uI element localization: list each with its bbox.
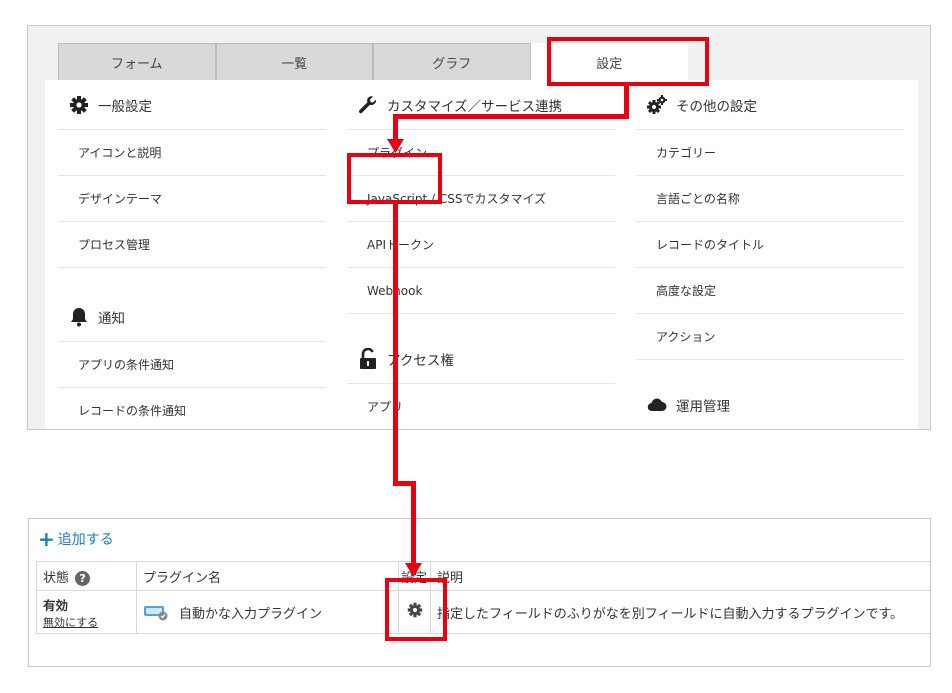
plugin-name-cell: 自動かな入力プラグイン — [136, 590, 399, 634]
tab-form[interactable]: フォーム — [58, 43, 216, 80]
other-settings-title: その他の設定 — [676, 98, 757, 115]
menu-language-names[interactable]: 言語ごとの名称 — [636, 176, 904, 222]
status-header: 状態? — [36, 561, 137, 591]
gears-icon — [646, 94, 668, 116]
unlock-icon — [357, 347, 379, 370]
arrow-line — [393, 114, 398, 142]
cloud-icon — [646, 394, 668, 416]
menu-actions[interactable]: アクション — [636, 314, 904, 360]
tab-graph[interactable]: グラフ — [373, 43, 531, 80]
plugin-table: 状態? プラグイン名 設定 説明 有効 無効にする 自動かな入力プラグイン 指定… — [36, 561, 930, 634]
arrowhead — [387, 139, 404, 153]
plugin-list-screen: + 追加する 状態? プラグイン名 設定 説明 有効 無効にする 自動かな入力プ… — [28, 518, 931, 667]
plugin-table-header: 状態? プラグイン名 設定 説明 — [36, 561, 930, 591]
access-heading: アクセス権 — [347, 334, 615, 384]
menu-advanced-settings[interactable]: 高度な設定 — [636, 268, 904, 314]
arrow-line — [393, 114, 629, 119]
arrow-line — [624, 84, 629, 118]
add-plugin-label: 追加する — [57, 532, 114, 548]
general-settings-title: 一般設定 — [98, 98, 152, 115]
other-settings-heading: その他の設定 — [636, 80, 904, 130]
menu-record-condition-notify[interactable]: レコードの条件通知 — [58, 388, 326, 429]
status-enabled: 有効 — [43, 597, 69, 613]
menu-record-title[interactable]: レコードのタイトル — [636, 222, 904, 268]
customize-title: カスタマイズ／サービス連携 — [387, 98, 563, 115]
app-settings-screen: フォーム 一覧 グラフ 設定 一般設定 アイコンと説明 デザインテーマ プロセス… — [27, 25, 931, 430]
menu-webhook[interactable]: Webhook — [347, 268, 615, 314]
add-plugin-button[interactable]: + 追加する — [38, 529, 114, 549]
description-header: 説明 — [430, 561, 930, 591]
customize-column: カスタマイズ／サービス連携 プラグイン JavaScript / CSSでカスタ… — [347, 80, 615, 429]
menu-app-access[interactable]: アプリ — [347, 384, 615, 429]
general-settings-heading: 一般設定 — [58, 80, 326, 130]
plugin-name-header: プラグイン名 — [136, 561, 399, 591]
notify-heading: 通知 — [58, 292, 326, 342]
menu-icon-description[interactable]: アイコンと説明 — [58, 130, 326, 176]
description-cell: 指定したフィールドのふりがなを別フィールドに自動入力するプラグインです。 — [430, 590, 930, 634]
arrow-line — [393, 202, 398, 486]
menu-design-theme[interactable]: デザインテーマ — [58, 176, 326, 222]
plugin-icon — [143, 603, 169, 621]
customize-heading: カスタマイズ／サービス連携 — [347, 80, 615, 130]
ops-heading: 運用管理 — [636, 380, 904, 429]
disable-link[interactable]: 無効にする — [43, 614, 130, 630]
menu-app-condition-notify[interactable]: アプリの条件通知 — [58, 342, 326, 388]
menu-process-management[interactable]: プロセス管理 — [58, 222, 326, 268]
bell-icon — [68, 306, 90, 328]
status-header-label: 状態 — [43, 570, 70, 586]
highlight-plugins-menu — [347, 153, 442, 204]
menu-api-token[interactable]: APIトークン — [347, 222, 615, 268]
table-row: 有効 無効にする 自動かな入力プラグイン 指定したフィールドのふりがなを別フィー… — [36, 590, 930, 634]
menu-category[interactable]: カテゴリー — [636, 130, 904, 176]
status-cell: 有効 無効にする — [36, 590, 137, 634]
wrench-icon — [357, 94, 379, 116]
other-settings-column: その他の設定 カテゴリー 言語ごとの名称 レコードのタイトル 高度な設定 アクシ… — [636, 80, 904, 429]
help-icon[interactable]: ? — [75, 570, 91, 586]
gear-icon — [68, 94, 90, 116]
highlight-plugin-settings — [385, 578, 447, 641]
highlight-settings-tab — [547, 37, 709, 86]
settings-panel: 一般設定 アイコンと説明 デザインテーマ プロセス管理 通知 アプリの条件通知 … — [45, 80, 918, 429]
ops-title: 運用管理 — [676, 399, 730, 415]
arrowhead — [405, 563, 422, 577]
tab-list[interactable]: 一覧 — [215, 43, 373, 80]
arrow-line — [411, 481, 416, 566]
plugin-name: 自動かな入力プラグイン — [179, 606, 323, 622]
general-settings-column: 一般設定 アイコンと説明 デザインテーマ プロセス管理 通知 アプリの条件通知 … — [58, 80, 326, 429]
notify-title: 通知 — [98, 310, 125, 327]
plus-icon: + — [38, 527, 55, 551]
